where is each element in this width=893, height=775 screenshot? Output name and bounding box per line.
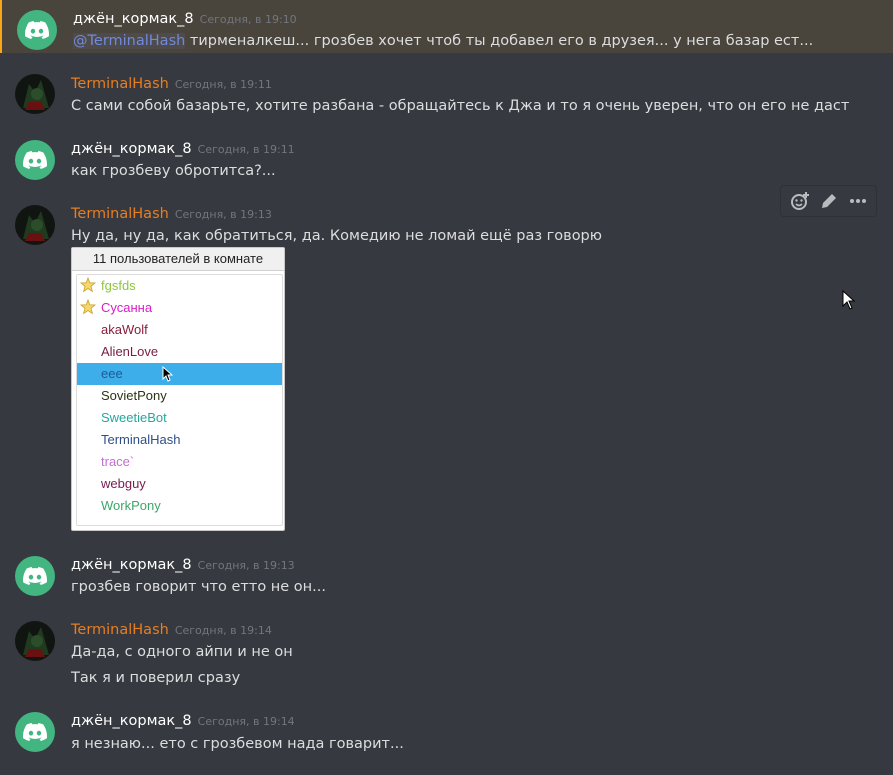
- userlist-item[interactable]: fgsfds: [77, 275, 282, 297]
- timestamp: Сегодня, в 19:10: [199, 13, 297, 26]
- attachment-userlist-image[interactable]: 11 пользователей в комнате fgsfds Сусанна…: [71, 247, 285, 531]
- user-avatar[interactable]: [15, 74, 55, 114]
- message-row: TerminalHash Сегодня, в 19:11 С сами собо…: [0, 70, 893, 120]
- message-text: С сами собой базарьте, хотите разбана - …: [71, 98, 850, 114]
- user-avatar[interactable]: [17, 10, 57, 50]
- userlist-username: eee: [101, 366, 123, 381]
- userlist-item[interactable]: trace`: [77, 451, 282, 473]
- pony-avatar-icon: [23, 627, 49, 657]
- author-name[interactable]: джён_кормак_8: [71, 141, 192, 157]
- timestamp: Сегодня, в 19:11: [174, 78, 272, 91]
- author-name[interactable]: TerminalHash: [71, 206, 169, 222]
- discord-logo-icon: [23, 723, 47, 741]
- discord-logo-icon: [23, 567, 47, 585]
- mouse-cursor-icon: [162, 366, 173, 382]
- user-avatar[interactable]: [15, 621, 55, 661]
- timestamp: Сегодня, в 19:11: [197, 143, 295, 156]
- message-text: Да-да, с одного айпи и не он: [71, 644, 293, 660]
- userlist-list: fgsfds Сусанна akaWolf AlienLove eee SovietPo…: [76, 274, 283, 526]
- author-name[interactable]: TerminalHash: [71, 622, 169, 638]
- user-avatar[interactable]: [15, 140, 55, 180]
- userlist-username: AlienLove: [101, 344, 159, 359]
- userlist-item[interactable]: eee: [77, 363, 282, 385]
- author-name[interactable]: джён_кормак_8: [73, 11, 194, 27]
- userlist-item[interactable]: Сусанна: [77, 297, 282, 319]
- moderator-star-icon: [80, 277, 96, 293]
- userlist-item[interactable]: WorkPony: [77, 495, 282, 517]
- user-avatar[interactable]: [15, 712, 55, 752]
- userlist-username: WorkPony: [101, 498, 161, 513]
- userlist-username: akaWolf: [101, 322, 148, 337]
- userlist-item[interactable]: webguy: [77, 473, 282, 495]
- userlist-username: SweetieBot: [101, 410, 167, 425]
- author-name[interactable]: джён_кормак_8: [71, 713, 192, 729]
- message-text: как грозбеву обротитса?...: [71, 163, 276, 179]
- message-row: TerminalHash Сегодня, в 19:14 Да-да, с од…: [0, 617, 893, 692]
- userlist-item[interactable]: SweetieBot: [77, 407, 282, 429]
- message-row: джён_кормак_8 Сегодня, в 19:10 @TerminalH…: [0, 0, 893, 53]
- timestamp: Сегодня, в 19:13: [174, 208, 272, 221]
- userlist-username: webguy: [101, 476, 146, 491]
- userlist-item[interactable]: AlienLove: [77, 341, 282, 363]
- message-text: Ну да, ну да, как обратиться, да. Комеди…: [71, 228, 602, 244]
- message-row: TerminalHash Сегодня, в 19:13 Ну да, ну д…: [0, 201, 893, 251]
- timestamp: Сегодня, в 19:14: [197, 715, 295, 728]
- userlist-item[interactable]: akaWolf: [77, 319, 282, 341]
- pony-avatar-icon: [23, 211, 49, 241]
- author-name[interactable]: TerminalHash: [71, 76, 169, 92]
- moderator-star-icon: [80, 299, 96, 315]
- userlist-username: TerminalHash: [101, 432, 181, 447]
- message-text: я незнаю... ето с грозбевом нада говарит…: [71, 736, 404, 752]
- author-name[interactable]: джён_кормак_8: [71, 557, 192, 573]
- discord-logo-icon: [25, 21, 49, 39]
- message-row: джён_кормак_8 Сегодня, в 19:11 как грозбе…: [0, 136, 893, 186]
- message-row: джён_кормак_8 Сегодня, в 19:13 грозбев го…: [0, 552, 893, 602]
- userlist-username: SovietPony: [101, 388, 167, 403]
- pony-avatar-icon: [23, 80, 49, 110]
- user-mention[interactable]: @TerminalHash: [73, 33, 186, 49]
- user-avatar[interactable]: [15, 205, 55, 245]
- userlist-username: Сусанна: [101, 300, 153, 315]
- userlist-username: fgsfds: [101, 278, 136, 293]
- userlist-item[interactable]: SovietPony: [77, 385, 282, 407]
- message-text: Так я и поверил сразу: [71, 670, 241, 686]
- userlist-title: 11 пользователей в комнате: [72, 248, 284, 271]
- user-avatar[interactable]: [15, 556, 55, 596]
- message-content: тирменалкеш... грозбев хочет чтоб ты доб…: [185, 33, 814, 49]
- timestamp: Сегодня, в 19:14: [174, 624, 272, 637]
- userlist-username: trace`: [101, 454, 135, 469]
- timestamp: Сегодня, в 19:13: [197, 559, 295, 572]
- message-text: @TerminalHash тирменалкеш... грозбев хоч…: [73, 33, 813, 49]
- message-text: грозбев говорит что етто не он...: [71, 579, 326, 595]
- userlist-item[interactable]: TerminalHash: [77, 429, 282, 451]
- message-row: джён_кормак_8 Сегодня, в 19:14 я незнаю..…: [0, 708, 893, 758]
- mouse-cursor-icon: [842, 290, 856, 310]
- discord-logo-icon: [23, 151, 47, 169]
